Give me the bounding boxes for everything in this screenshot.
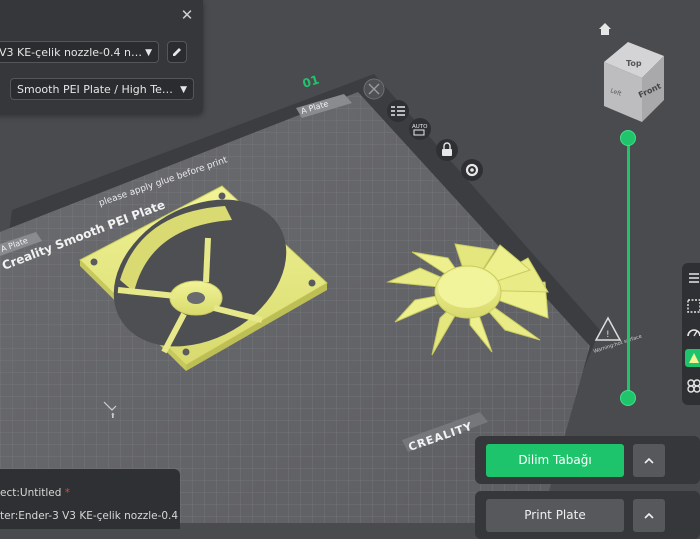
printer-settings-panel: ✕ V3 KE-çelik nozzle-0.4 nozzle ▼ Smooth… <box>0 0 203 114</box>
grid-icon[interactable] <box>685 297 700 315</box>
support-icon[interactable] <box>685 377 700 395</box>
speed-icon[interactable] <box>685 323 700 341</box>
plate-number: 01 <box>301 73 321 91</box>
print-options-button[interactable] <box>633 499 665 532</box>
chevron-down-icon: ▼ <box>180 85 187 95</box>
chevron-up-icon <box>644 457 654 464</box>
home-icon[interactable] <box>598 22 612 36</box>
view-cube[interactable]: Top Left Front <box>604 42 664 122</box>
svg-text:⬆: ⬆ <box>110 412 116 420</box>
svg-text:AUTO: AUTO <box>412 124 428 130</box>
project-name: Untitled <box>19 487 62 499</box>
plate-type-select[interactable]: Smooth PEI Plate / High Temp ... ▼ <box>10 78 194 100</box>
layer-slider-top-handle[interactable] <box>620 130 636 146</box>
auto-orient-button[interactable]: AUTO <box>409 118 431 140</box>
slice-plate-button[interactable]: Dilim Tabağı <box>486 444 624 477</box>
chevron-down-icon: ▼ <box>145 48 152 58</box>
side-toolbar <box>682 263 700 405</box>
view-cube-top: Top <box>626 59 642 68</box>
lock-icon <box>442 149 452 156</box>
pencil-icon <box>173 48 181 56</box>
edit-printer-button[interactable] <box>167 41 187 63</box>
variable-layer-icon[interactable] <box>685 269 700 287</box>
modified-indicator: * <box>64 487 71 499</box>
slice-options-button[interactable] <box>633 444 665 477</box>
project-line: ect:Untitled * <box>0 487 71 499</box>
print-button-row: Print Plate <box>475 491 700 539</box>
print-plate-button[interactable]: Print Plate <box>486 499 624 532</box>
layer-slider-track[interactable] <box>627 138 630 400</box>
hot-surface-warning: ! Warning:hot surface <box>593 316 643 355</box>
printer-name: Ender-3 V3 KE-çelik nozzle-0.4 <box>18 510 179 522</box>
arrange-button[interactable] <box>387 100 409 122</box>
chevron-up-icon <box>644 512 654 519</box>
printer-select-value: V3 KE-çelik nozzle-0.4 nozzle <box>0 46 158 59</box>
plate-type-select-value: Smooth PEI Plate / High Temp ... <box>17 83 193 96</box>
layer-slider-bottom-handle[interactable] <box>620 390 636 406</box>
printer-line: ter:Ender-3 V3 KE-çelik nozzle-0.4 <box>0 510 179 522</box>
paint-icon[interactable] <box>685 349 700 367</box>
close-icon[interactable]: ✕ <box>178 6 196 24</box>
lock-button[interactable] <box>436 139 458 161</box>
project-info-panel: ect:Untitled * ter:Ender-3 V3 KE-çelik n… <box>0 469 180 529</box>
printer-select[interactable]: V3 KE-çelik nozzle-0.4 nozzle ▼ <box>0 41 159 63</box>
plate-close-button[interactable] <box>363 78 385 100</box>
svg-text:!: ! <box>606 330 610 340</box>
slice-button-row: Dilim Tabağı <box>475 436 700 484</box>
plate-settings-button[interactable] <box>461 159 483 181</box>
